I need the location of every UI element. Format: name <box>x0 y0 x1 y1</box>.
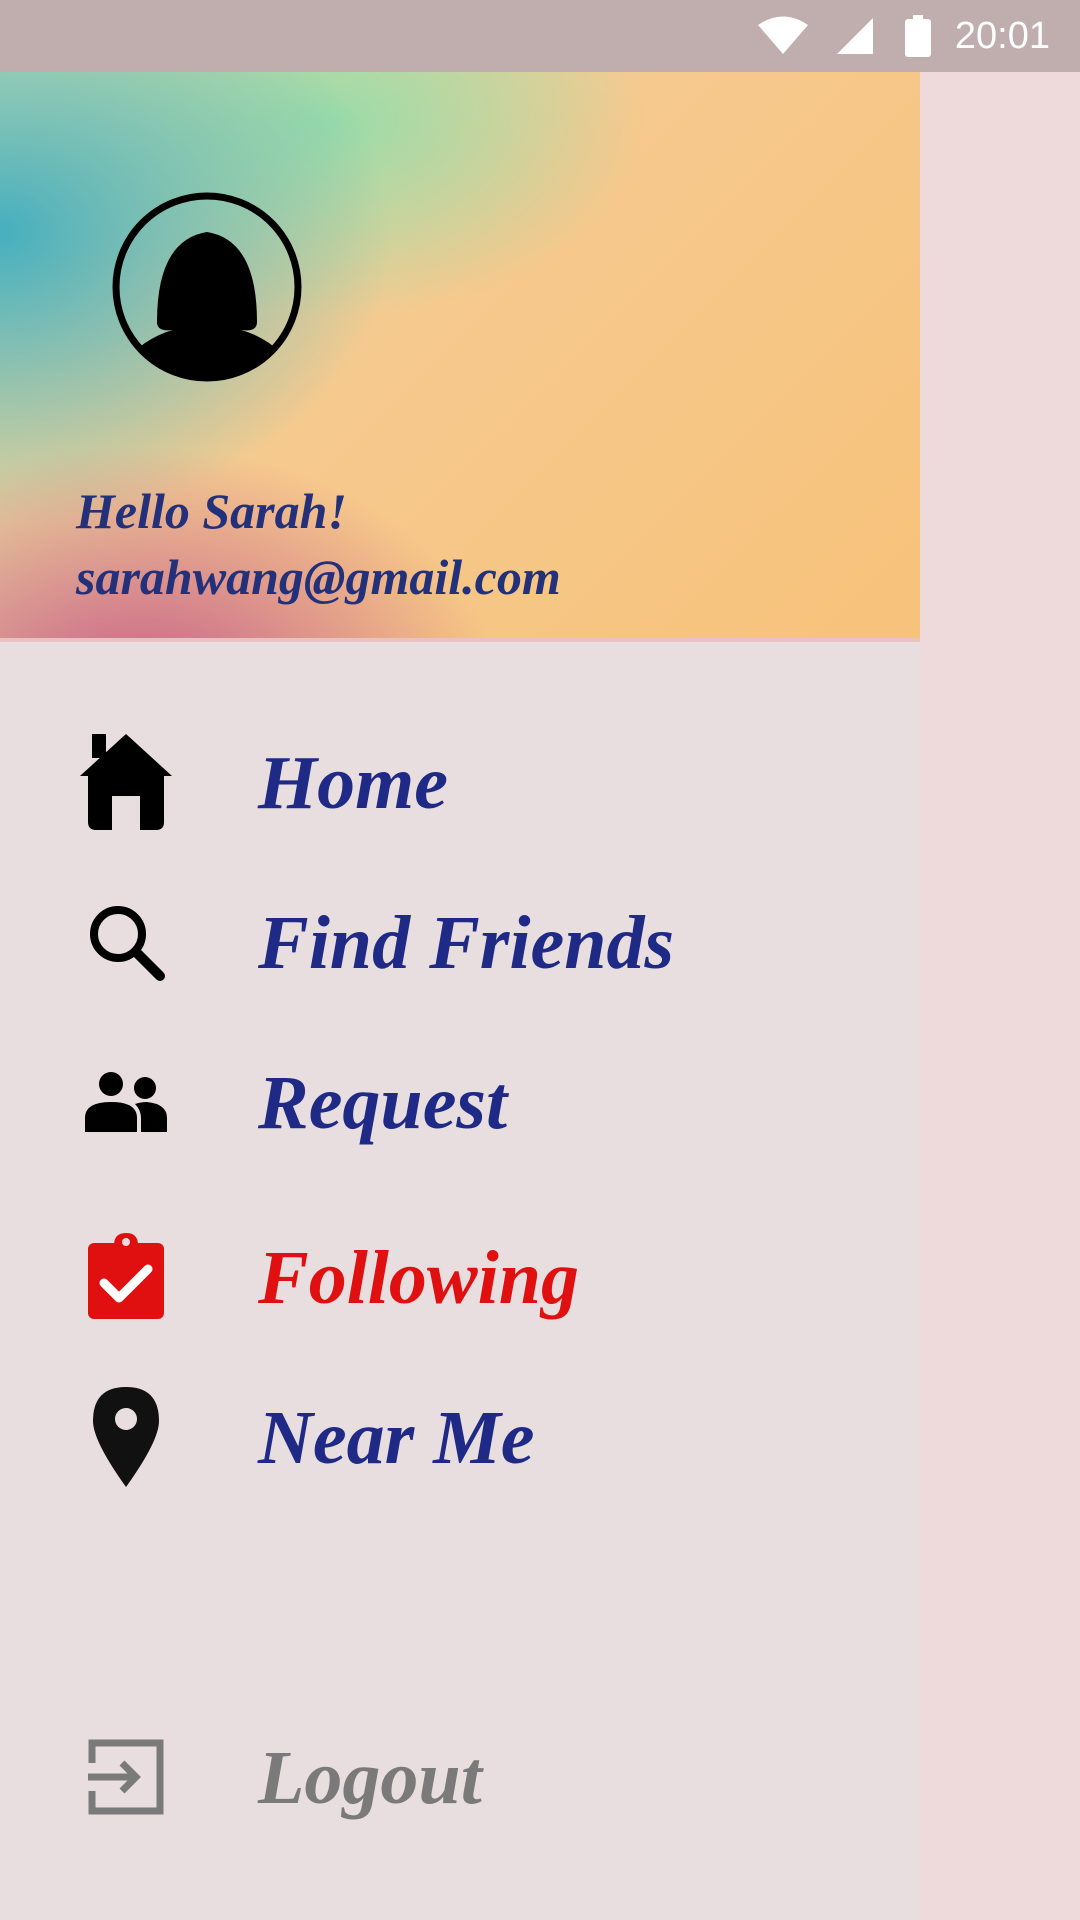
avatar-icon[interactable] <box>112 192 302 382</box>
menu-label-home: Home <box>258 741 448 825</box>
menu-label-request: Request <box>258 1061 508 1145</box>
user-email: sarahwang@gmail.com <box>76 549 561 605</box>
search-icon <box>78 894 174 990</box>
drawer-header: Hello Sarah! sarahwang@gmail.com <box>0 72 920 642</box>
clipboard-check-icon <box>78 1229 174 1325</box>
menu-label-near-me: Near Me <box>258 1396 535 1480</box>
menu-item-find-friends[interactable]: Find Friends <box>0 882 920 1002</box>
menu-item-home[interactable]: Home <box>0 722 920 842</box>
navigation-drawer: Hello Sarah! sarahwang@gmail.com Home Fi… <box>0 72 920 1920</box>
logout-button[interactable]: Logout <box>0 1717 920 1837</box>
menu-label-following: Following <box>258 1236 579 1320</box>
people-icon <box>78 1054 174 1150</box>
battery-icon <box>904 15 931 57</box>
logout-label: Logout <box>258 1736 482 1820</box>
greeting-text: Hello Sarah! <box>76 483 347 539</box>
menu-item-request[interactable]: Request <box>0 1042 920 1162</box>
home-icon <box>78 734 174 830</box>
menu-item-near-me[interactable]: Near Me <box>0 1377 920 1497</box>
status-bar: 20:01 <box>0 0 1080 72</box>
location-pin-icon <box>78 1387 174 1487</box>
exit-icon <box>78 1729 174 1825</box>
status-time: 20:01 <box>954 14 1050 57</box>
menu-item-following[interactable]: Following <box>0 1217 920 1337</box>
wifi-icon <box>757 16 808 54</box>
drawer-scrim[interactable] <box>920 72 1080 1920</box>
signal-icon <box>836 18 873 54</box>
menu-label-find-friends: Find Friends <box>258 901 675 985</box>
